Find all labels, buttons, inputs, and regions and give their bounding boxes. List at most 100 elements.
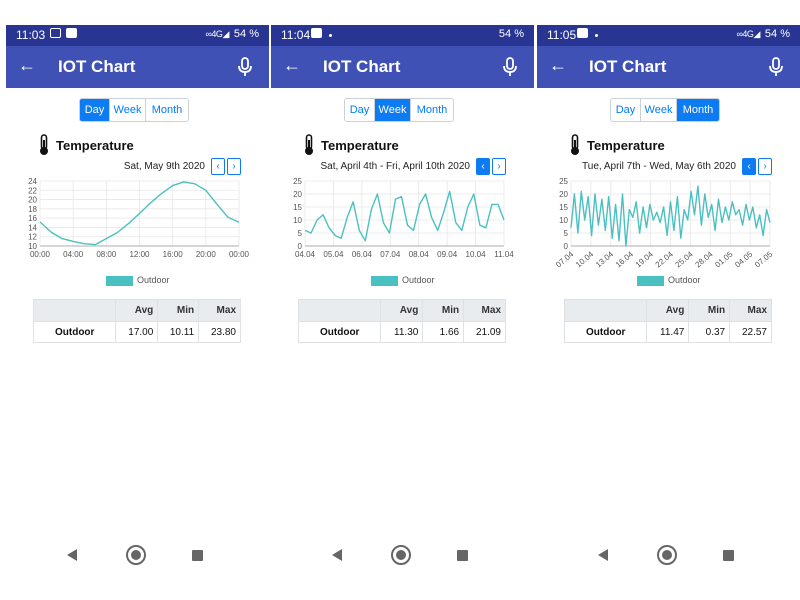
legend-label: Outdoor	[402, 275, 435, 285]
stats-header-avg: Avg	[115, 299, 159, 322]
phone-screen-week: 11:04 54 % ← IOT Chart Day Week Month Te…	[271, 25, 534, 595]
stats-header-row: Avg Min Max	[32, 299, 241, 322]
next-period-button[interactable]: ›	[227, 157, 241, 175]
thermometer-icon	[305, 134, 313, 155]
app-bar: ← IOT Chart	[537, 46, 800, 88]
x-tick-label: 08:00	[96, 250, 117, 259]
chart-legend: Outdoor	[271, 275, 534, 287]
circle-home-icon[interactable]	[391, 545, 411, 565]
tab-week[interactable]: Week	[641, 99, 677, 121]
status-time: 11:04	[281, 28, 311, 42]
stats-header-max: Max	[729, 299, 772, 322]
y-tick-label: 22	[28, 186, 37, 195]
stats-header-avg: Avg	[646, 299, 690, 322]
y-tick-label: 15	[293, 203, 302, 212]
x-tick-label: 06.04	[352, 250, 373, 259]
tab-week[interactable]: Week	[375, 99, 411, 121]
x-tick-label: 13.04	[594, 249, 616, 269]
x-tick-label: 08.04	[409, 250, 430, 259]
date-range: Sat, May 9th 2020	[123, 160, 205, 172]
battery-percent: 54 %	[764, 28, 790, 40]
app-title: IOT Chart	[323, 57, 401, 76]
tab-month[interactable]: Month	[411, 99, 453, 121]
stats-row-label: Outdoor	[297, 321, 382, 343]
stats-header-blank	[563, 299, 648, 322]
stats-row: Outdoor 17.00 10.11 23.80	[32, 321, 241, 343]
x-tick-label: 16.04	[614, 249, 636, 269]
microphone-icon[interactable]	[766, 57, 786, 79]
circle-home-icon[interactable]	[657, 545, 677, 565]
period-tabs: Day Week Month	[610, 98, 720, 122]
arrow-left-icon[interactable]: ←	[549, 55, 567, 76]
circle-home-icon[interactable]	[126, 545, 146, 565]
date-range-row: Sat, May 9th 2020 ‹ ›	[124, 157, 241, 175]
tab-day[interactable]: Day	[80, 99, 110, 121]
y-tick-label: 10	[559, 216, 568, 225]
legend-swatch	[371, 276, 398, 286]
stats-row: Outdoor 11.30 1.66 21.09	[297, 321, 506, 343]
stats-max: 21.09	[463, 321, 506, 343]
date-range: Sat, April 4th - Fri, April 10th 2020	[320, 160, 470, 172]
x-tick-label: 07.05	[753, 249, 775, 269]
arrow-left-icon[interactable]: ←	[18, 55, 36, 76]
status-right: ∞4G◢ 54 %	[737, 28, 790, 40]
microphone-icon[interactable]	[500, 57, 520, 79]
triangle-back-icon[interactable]	[332, 549, 342, 561]
phone-screen-month: 11:05 ∞4G◢ 54 % ← IOT Chart Day Week Mon…	[537, 25, 800, 595]
x-tick-label: 00:00	[30, 250, 51, 259]
x-tick-label: 04.04	[295, 250, 316, 259]
stats-avg: 11.30	[380, 321, 424, 343]
app-bar: ← IOT Chart	[271, 46, 534, 88]
stats-header-max: Max	[198, 299, 241, 322]
thermometer-icon	[40, 134, 48, 155]
tab-week[interactable]: Week	[110, 99, 146, 121]
period-tabs: Day Week Month	[79, 98, 189, 122]
triangle-back-icon[interactable]	[598, 549, 608, 561]
x-tick-label: 01.05	[713, 249, 735, 269]
next-period-button[interactable]: ›	[758, 157, 772, 175]
status-bar: 11:04 54 %	[271, 25, 534, 46]
square-recent-icon[interactable]	[192, 550, 203, 561]
y-tick-label: 10	[293, 216, 302, 225]
arrow-left-icon[interactable]: ←	[283, 55, 301, 76]
prev-period-button[interactable]: ‹	[211, 157, 225, 175]
stats-table: Avg Min Max Outdoor 11.47 0.37 22.57	[563, 299, 772, 343]
triangle-back-icon[interactable]	[67, 549, 77, 561]
status-time: 11:05	[547, 28, 577, 42]
stats-row: Outdoor 11.47 0.37 22.57	[563, 321, 772, 343]
legend-swatch	[637, 276, 664, 286]
x-tick-label: 10.04	[574, 249, 596, 269]
system-nav-bar	[271, 540, 534, 570]
y-tick-label: 25	[293, 177, 302, 186]
y-tick-label: 20	[559, 190, 568, 199]
chart-legend: Outdoor	[6, 275, 269, 287]
x-tick-label: 07.04	[554, 249, 576, 269]
app-title: IOT Chart	[589, 57, 667, 76]
chart-legend: Outdoor	[537, 275, 800, 287]
tab-month[interactable]: Month	[677, 99, 719, 121]
tab-day[interactable]: Day	[345, 99, 375, 121]
y-tick-label: 18	[28, 205, 37, 214]
phone-screen-day: 11:03 ∞4G◢ 54 % ← IOT Chart Day Week Mon…	[6, 25, 269, 595]
microphone-icon[interactable]	[235, 57, 255, 79]
x-tick-label: 00:00	[229, 250, 250, 259]
notification-dot-icon	[329, 34, 332, 37]
y-tick-label: 5	[564, 229, 569, 238]
notification-icon	[50, 28, 61, 38]
square-recent-icon[interactable]	[457, 550, 468, 561]
screens: 11:03 ∞4G◢ 54 % ← IOT Chart Day Week Mon…	[0, 0, 800, 600]
stats-table: Avg Min Max Outdoor 11.30 1.66 21.09	[297, 299, 506, 343]
system-nav-bar	[6, 540, 269, 570]
battery-percent: 54 %	[498, 28, 524, 40]
square-recent-icon[interactable]	[723, 550, 734, 561]
prev-period-button[interactable]: ‹	[476, 157, 490, 175]
status-bar: 11:05 ∞4G◢ 54 %	[537, 25, 800, 46]
tab-day[interactable]: Day	[611, 99, 641, 121]
x-tick-label: 04:00	[63, 250, 84, 259]
tab-month[interactable]: Month	[146, 99, 188, 121]
prev-period-button[interactable]: ‹	[742, 157, 756, 175]
stats-header-min: Min	[422, 299, 465, 322]
y-tick-label: 14	[28, 223, 37, 232]
next-period-button[interactable]: ›	[492, 157, 506, 175]
stats-table: Avg Min Max Outdoor 17.00 10.11 23.80	[32, 299, 241, 343]
